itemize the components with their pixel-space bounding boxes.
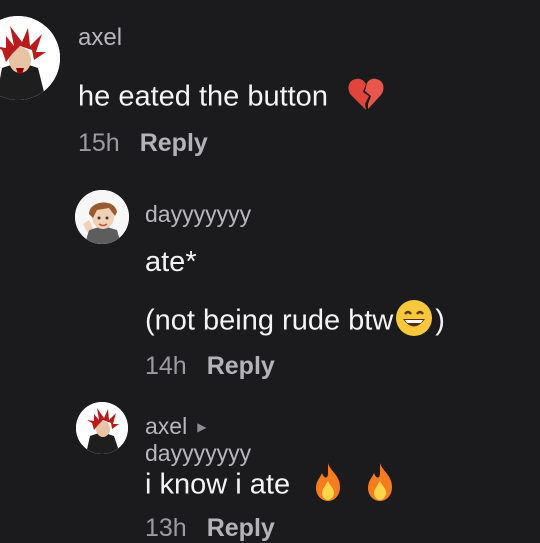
comment-username[interactable]: dayyyyyyy [145,201,251,228]
reply-button[interactable]: Reply [207,352,275,380]
comment-meta: 13h Reply [145,514,275,543]
comment-username[interactable]: axel [78,24,122,52]
comment-text-content: he eated the button [78,80,328,113]
comment-time: 13h [145,514,187,542]
grinning-face-icon [394,298,434,346]
comment-text-line-2: (not being rude btw ) [145,298,445,346]
comment-text-content: (not being rude btw [145,304,394,337]
axel-avatar-icon [0,16,60,100]
reply-button[interactable]: Reply [207,514,275,542]
fire-icon [362,461,398,511]
avatar[interactable] [75,190,129,244]
reply-button[interactable]: Reply [140,129,208,157]
fire-icon [310,461,346,511]
comment-username: axel ▶dayyyyyyy [145,413,251,467]
comment-meta: 14h Reply [145,352,275,381]
broken-heart-icon [346,74,386,122]
comment-text: i know i ate [145,461,398,511]
comment-meta: 15h Reply [78,129,208,158]
comment-text-content: i know i ate [145,468,291,501]
comment-text-line-1: ate* [145,246,197,278]
dayyy-avatar-icon [75,190,129,244]
comment-time: 15h [78,129,120,157]
axel-avatar-icon [76,402,128,454]
comment-text-end: ) [435,304,445,337]
comment-time: 14h [145,352,187,380]
avatar[interactable] [0,16,60,100]
comment-author[interactable]: axel [145,413,187,439]
comment-text: he eated the button [78,74,386,122]
avatar[interactable] [76,402,128,454]
reply-arrow-icon: ▶ [197,420,207,434]
